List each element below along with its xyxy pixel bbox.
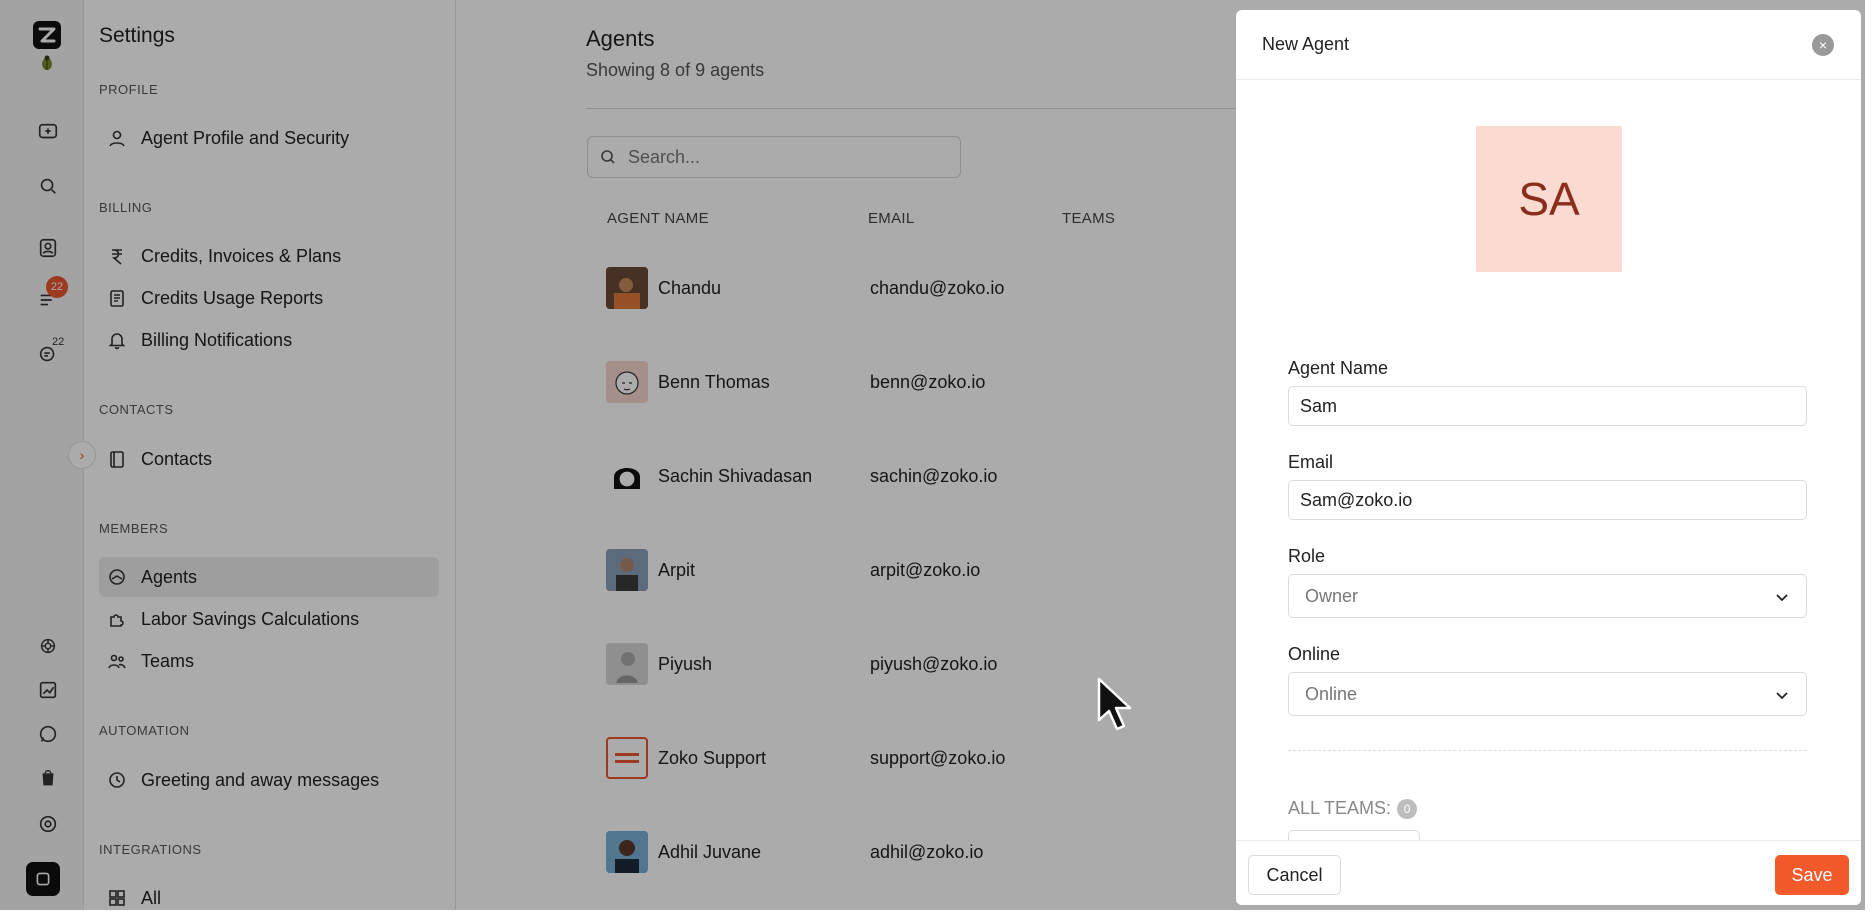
role-label: Role: [1288, 546, 1326, 566]
app-window: 22 22 Settings PROFILE Agent Profile and…: [0, 0, 1865, 910]
email-label: Email: [1288, 452, 1334, 472]
online-select[interactable]: Online: [1288, 672, 1807, 716]
agent-name-field[interactable]: Sam: [1288, 386, 1807, 426]
panel-header: New Agent ×: [1236, 10, 1861, 80]
save-button[interactable]: Save: [1775, 855, 1849, 895]
mouse-cursor-icon: [1097, 677, 1132, 731]
all-teams-label: ALL TEAMS: 0: [1288, 798, 1418, 819]
online-label: Online: [1288, 644, 1341, 664]
cancel-button[interactable]: Cancel: [1248, 855, 1341, 895]
online-selected-value: Online: [1305, 683, 1358, 704]
role-select[interactable]: Owner: [1288, 574, 1807, 618]
email-field[interactable]: Sam@zoko.io: [1288, 480, 1807, 520]
close-icon[interactable]: ×: [1812, 34, 1834, 56]
chevron-down-icon: [1776, 692, 1788, 700]
chevron-down-icon: [1776, 594, 1788, 602]
divider: [1288, 750, 1807, 751]
panel-footer: Cancel Save: [1236, 840, 1861, 905]
panel-title: New Agent: [1262, 34, 1350, 54]
role-selected-value: Owner: [1305, 585, 1359, 606]
agent-avatar[interactable]: SA: [1476, 126, 1622, 272]
all-teams-text: ALL TEAMS:: [1288, 798, 1392, 818]
all-teams-count: 0: [1397, 798, 1418, 819]
agent-name-label: Agent Name: [1288, 358, 1389, 378]
new-agent-panel: New Agent × SA Agent Name Sam Email Sam@…: [1236, 10, 1861, 905]
